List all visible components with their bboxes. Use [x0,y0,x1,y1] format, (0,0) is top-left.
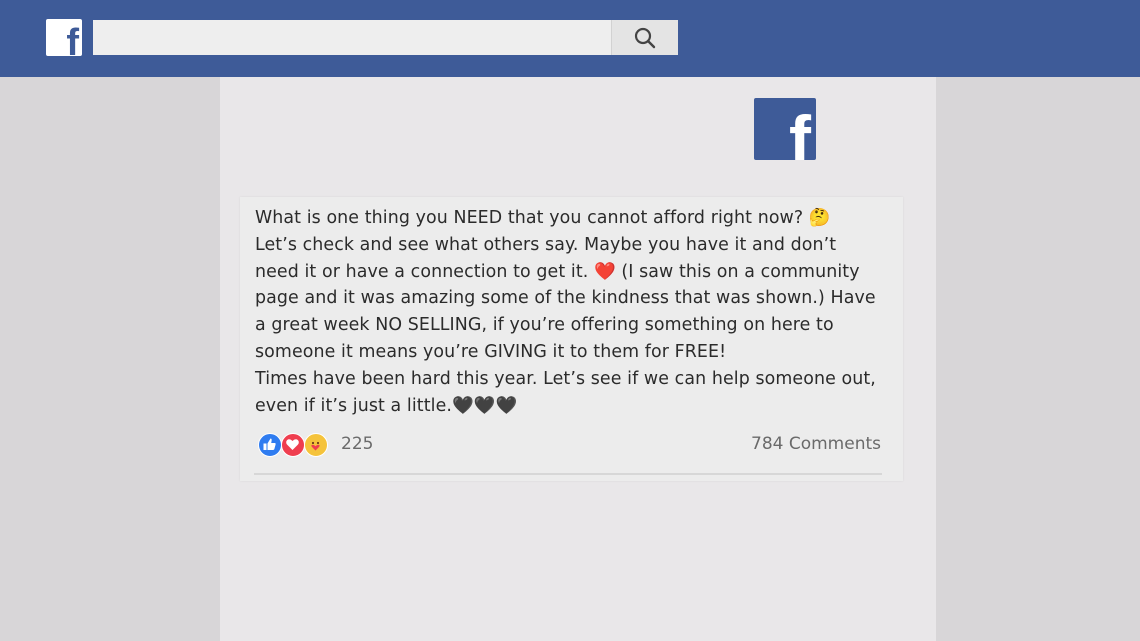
like-icon [258,433,282,457]
search-box [93,20,678,55]
facebook-f-icon: f [754,98,816,160]
search-button[interactable] [611,20,678,55]
post-text-line: a great week NO SELLING, if you’re offer… [255,315,834,336]
search-icon [634,27,656,49]
post-text-line: Let’s check and see what others say. May… [255,234,837,255]
comments-count-link[interactable]: 784 Comments [751,434,881,454]
post-text-line: page and it was amazing some of the kind… [255,288,876,309]
post-card: What is one thing you NEED that you cann… [240,197,903,481]
post-text-line: even if it’s just a little.🖤🖤🖤 [255,395,518,416]
love-icon [281,433,305,457]
care-icon [304,433,328,457]
post-text-line: need it or have a connection to get it. … [255,261,860,282]
facebook-f-icon[interactable]: f [46,19,82,56]
post-text-line: someone it means you’re GIVING it to the… [255,341,727,362]
post-text-line: Times have been hard this year. Let’s se… [255,368,876,389]
post-text: What is one thing you NEED that you cann… [255,205,895,419]
search-input[interactable] [93,20,610,55]
divider [254,473,882,475]
top-navigation-bar: f [0,0,1140,77]
post-text-line: What is one thing you NEED that you cann… [255,208,831,228]
reaction-count[interactable]: 225 [341,434,373,454]
